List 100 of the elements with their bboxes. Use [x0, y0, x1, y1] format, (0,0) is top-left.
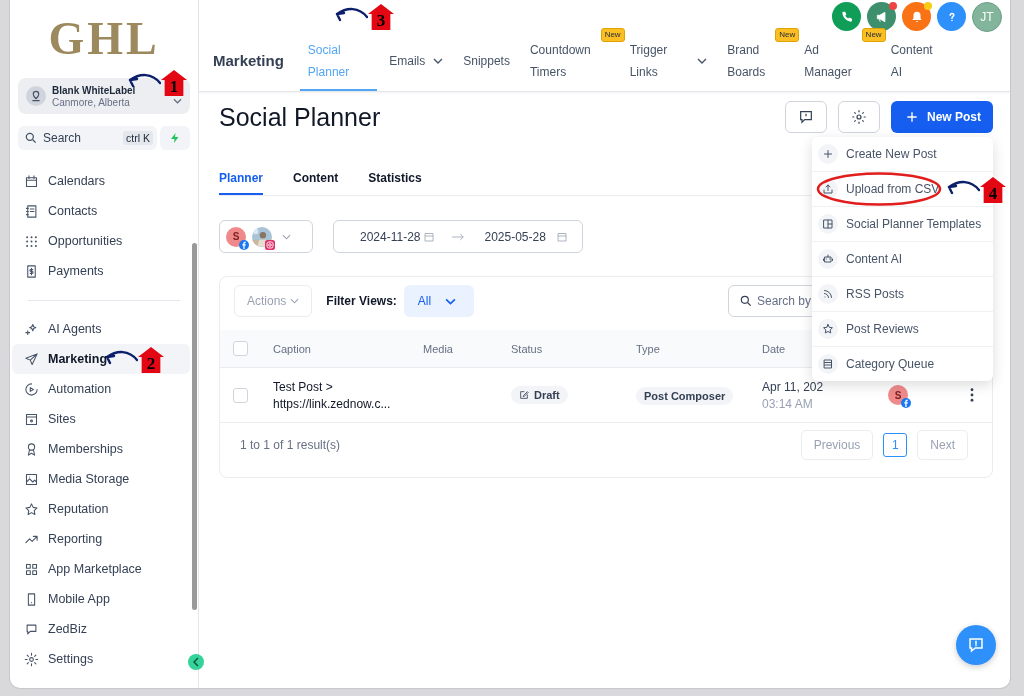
more-options-icon[interactable] — [970, 388, 974, 402]
checkbox[interactable] — [233, 387, 248, 403]
edit-icon — [519, 390, 529, 400]
nav-tab[interactable]: Snippets — [460, 32, 518, 91]
contacts-icon — [24, 203, 39, 219]
chevron-icon — [282, 233, 291, 240]
receipt-icon — [24, 263, 39, 279]
page-tab[interactable]: Statistics — [368, 162, 422, 195]
type-chip: Post Composer — [636, 386, 734, 405]
chevron-left-icon — [193, 657, 199, 667]
filter-label: Filter Views: — [326, 294, 397, 308]
megaphone-icon — [874, 9, 889, 24]
menu-item[interactable]: Content AI — [812, 242, 993, 277]
sidebar-item[interactable]: Payments — [12, 256, 190, 286]
facebook-icon — [239, 239, 249, 250]
megaphone-button[interactable] — [867, 2, 896, 31]
settings-button[interactable] — [838, 101, 880, 133]
sidebar-item[interactable]: Reporting — [12, 524, 190, 554]
menu-item[interactable]: Create New Post — [812, 137, 993, 172]
arrow-right-icon — [450, 232, 465, 241]
menu-item[interactable]: RSS Posts — [812, 277, 993, 312]
nav-tab[interactable]: Emails — [386, 32, 452, 91]
account-avatar: S — [888, 385, 908, 405]
page-tab[interactable]: Planner — [219, 162, 263, 195]
menu-item[interactable]: Post Reviews — [812, 312, 993, 347]
lightning-icon — [169, 132, 181, 144]
account-location: Canmore, Alberta — [52, 96, 131, 108]
sidebar-item[interactable]: Mobile App — [12, 584, 190, 614]
post-caption: Test Post > — [273, 379, 334, 394]
browser-icon — [24, 411, 39, 427]
page-title: Social Planner — [219, 102, 382, 132]
phone-icon — [839, 9, 854, 24]
nav-tab[interactable]: Content AI — [887, 32, 941, 91]
calendar-icon — [556, 230, 568, 243]
quick-action-button[interactable] — [160, 126, 190, 150]
section-title: Marketing — [213, 52, 284, 69]
paper-plane-icon — [24, 351, 39, 367]
list-icon — [822, 358, 834, 370]
column-header: Caption — [273, 342, 312, 355]
post-time: 03:14 AM — [762, 396, 814, 411]
sidebar-item[interactable]: AI Agents — [12, 314, 190, 344]
sidebar-item[interactable]: Memberships — [12, 434, 190, 464]
sidebar-item[interactable]: Opportunities — [12, 226, 190, 256]
facebook-icon — [901, 398, 911, 408]
upload-icon — [822, 183, 834, 195]
sidebar-item[interactable]: ZedBiz — [12, 614, 190, 644]
search-input[interactable]: Search — [43, 131, 113, 145]
sidebar-item[interactable]: Calendars — [12, 166, 190, 196]
sidebar-item[interactable]: Reputation — [12, 494, 190, 524]
page-tab[interactable]: Content — [293, 162, 339, 195]
scrollbar[interactable] — [192, 243, 197, 610]
chevron-icon — [290, 298, 300, 304]
sidebar-item[interactable]: Automation — [12, 374, 190, 404]
settings-icon — [24, 651, 39, 667]
phone-button[interactable] — [832, 2, 861, 31]
sidebar-item[interactable]: Sites — [12, 404, 190, 434]
chevron-icon — [173, 98, 182, 104]
star-icon — [822, 323, 834, 335]
search-icon — [24, 131, 38, 145]
shortcut-hint: ctrl K — [123, 131, 153, 145]
help-button[interactable] — [937, 2, 966, 31]
new-post-button[interactable]: New Post — [891, 101, 993, 133]
instagram-icon — [265, 239, 275, 250]
robot-icon — [822, 253, 834, 265]
sidebar-item[interactable]: Media Storage — [12, 464, 190, 494]
rss-icon — [822, 288, 834, 300]
chat-bubble-icon — [24, 621, 39, 637]
sparkles-icon — [24, 321, 39, 337]
logo: GHL — [47, 12, 161, 66]
chevron-icon — [445, 297, 457, 305]
account-selector[interactable]: S — [219, 220, 313, 253]
column-header: Type — [636, 342, 661, 355]
filter-dropdown[interactable]: All — [403, 285, 475, 317]
results-summary: 1 to 1 of 1 result(s) — [240, 438, 341, 452]
new-badge: New — [775, 28, 800, 42]
search-field[interactable]: Search ctrl K — [18, 126, 157, 150]
plus-icon — [822, 148, 834, 160]
column-header: Status — [511, 342, 544, 355]
checkbox[interactable] — [233, 341, 248, 356]
location-icon — [26, 86, 46, 106]
calendar-icon — [24, 173, 39, 189]
column-header: Media — [423, 342, 454, 355]
sidebar-item[interactable]: Contacts — [12, 196, 190, 226]
dots-grid-icon — [24, 233, 39, 249]
chat-bubble-icon — [967, 636, 985, 654]
status-chip: Draft — [511, 386, 568, 404]
bell-button[interactable] — [902, 2, 931, 31]
sidebar-item[interactable]: Settings — [12, 644, 190, 674]
sidebar-item[interactable]: App Marketplace — [12, 554, 190, 584]
layout-icon — [822, 218, 834, 230]
nav-tab[interactable]: Trigger Links — [626, 32, 716, 91]
date-range-picker[interactable]: 2024-11-28 2025-05-28 — [333, 220, 583, 253]
feedback-button[interactable] — [785, 101, 827, 133]
menu-item[interactable]: Social Planner Templates — [812, 207, 993, 242]
image-icon — [24, 471, 39, 487]
star-icon — [24, 501, 39, 517]
account-name: Blank WhiteLabel — [52, 84, 137, 96]
post-date: Apr 11, 202 — [762, 379, 825, 394]
menu-item[interactable]: Category Queue — [812, 347, 993, 381]
plus-icon — [905, 110, 919, 124]
